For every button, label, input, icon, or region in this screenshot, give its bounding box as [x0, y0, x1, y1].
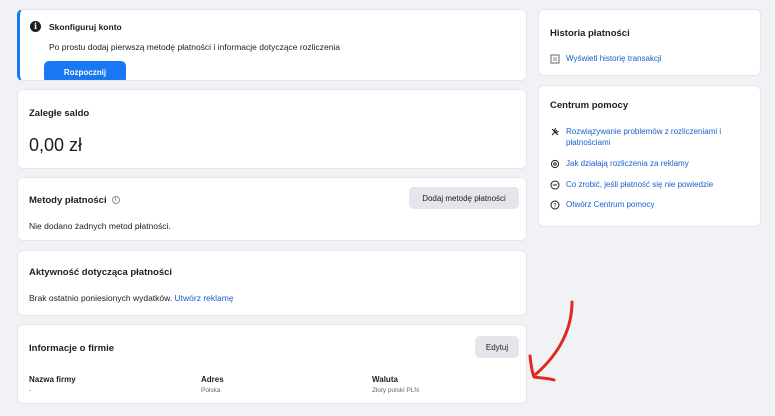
address-label: Adres: [201, 375, 224, 384]
payment-history-card: Historia płatności Wyświetl historię tra…: [538, 9, 761, 76]
company-info-title: Informacje o firmie: [29, 343, 114, 354]
wrench-icon: [551, 128, 559, 136]
payment-methods-card: Metody płatności i Dodaj metodę płatności…: [17, 177, 527, 241]
payment-activity-text: Brak ostatnio poniesionych wydatków. Utw…: [29, 293, 234, 303]
payment-activity-card: Aktywność dotycząca płatności Brak ostat…: [17, 250, 527, 316]
balance-title: Zaległe saldo: [29, 108, 90, 119]
info-circle-icon[interactable]: i: [111, 196, 120, 205]
annotation-arrow: [528, 300, 574, 382]
setup-description: Po prostu dodaj pierwszą metodę płatnośc…: [49, 42, 341, 52]
help-link-billing-troubleshooting-label: Rozwiązywanie problemów z rozliczeniami …: [566, 126, 721, 148]
help-link-open-help-center-label: Otwórz Centrum pomocy: [566, 200, 655, 209]
question-circle-icon: ?: [550, 200, 560, 210]
currency-label: Waluta: [372, 375, 398, 384]
setup-title: Skonfiguruj konto: [49, 21, 122, 32]
currency-value: Złoty polski PLN: [372, 387, 419, 394]
help-link-open-help-center[interactable]: ? Otwórz Centrum pomocy: [550, 199, 654, 210]
setup-header: i Skonfiguruj konto: [30, 21, 122, 32]
add-payment-method-button[interactable]: Dodaj metodę płatności: [409, 187, 519, 209]
payment-history-title: Historia płatności: [550, 28, 630, 39]
help-center-title: Centrum pomocy: [550, 100, 629, 111]
help-center-card: Centrum pomocy Rozwiązywanie problemów z…: [538, 85, 761, 227]
address-value: Polska: [201, 387, 221, 394]
company-info-card: Informacje o firmie Edytuj Nazwa firmy -…: [17, 324, 527, 404]
setup-account-banner: i Skonfiguruj konto Po prostu dodaj pier…: [17, 9, 527, 81]
company-name-label: Nazwa firmy: [29, 375, 76, 384]
create-ad-link[interactable]: Utwórz reklamę: [175, 293, 234, 303]
payment-methods-heading: Metody płatności i: [29, 195, 120, 206]
no-spend-text: Brak ostatnio poniesionych wydatków.: [29, 293, 173, 303]
help-link-how-billing-works-label: Jak działają rozliczenia za reklamy: [566, 159, 689, 168]
payment-methods-title: Metody płatności: [29, 195, 107, 206]
view-transaction-history-link[interactable]: Wyświetl historię transakcji: [550, 53, 662, 64]
payment-activity-title: Aktywność dotycząca płatności: [29, 267, 173, 278]
payment-methods-empty-text: Nie dodano żadnych metod płatności.: [29, 221, 171, 231]
help-link-payment-failed[interactable]: Co zrobić, jeśli płatność się nie powied…: [550, 179, 713, 190]
balance-amount: 0,00 zł: [29, 135, 83, 155]
gear-icon: [550, 159, 560, 169]
info-icon: i: [30, 21, 41, 32]
start-button[interactable]: Rozpocznij: [44, 61, 126, 80]
company-name-value: -: [29, 387, 32, 394]
svg-text:?: ?: [553, 202, 556, 209]
help-link-how-billing-works[interactable]: Jak działają rozliczenia za reklamy: [550, 158, 689, 169]
help-link-line-1: Rozwiązywanie problemów z rozliczeniami …: [566, 127, 722, 136]
help-link-billing-troubleshooting[interactable]: Rozwiązywanie problemów z rozliczeniami …: [550, 126, 721, 148]
outstanding-balance-card: Zaległe saldo 0,00 zł: [17, 89, 527, 169]
edit-button[interactable]: Edytuj: [475, 336, 519, 358]
help-link-payment-failed-label: Co zrobić, jeśli płatność się nie powied…: [566, 180, 714, 189]
minus-circle-icon: [550, 180, 560, 190]
receipt-icon: [550, 54, 560, 64]
help-link-line-2: płatnościami: [566, 138, 611, 147]
view-transaction-history-label: Wyświetl historię transakcji: [566, 54, 662, 63]
